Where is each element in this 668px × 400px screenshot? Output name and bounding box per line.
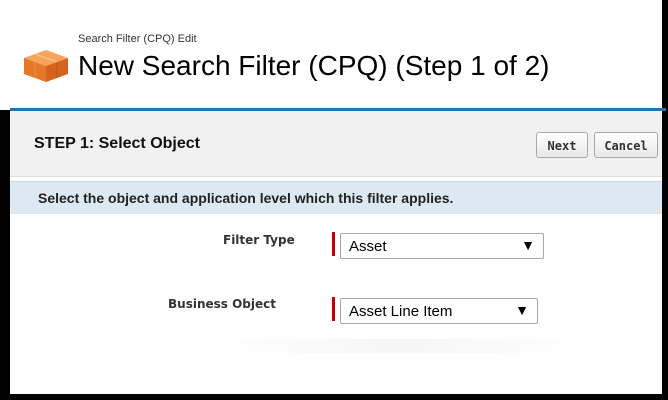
window-frame-left — [0, 110, 10, 400]
next-button[interactable]: Next — [536, 132, 588, 158]
page-header: Search Filter (CPQ) Edit New Search Filt… — [0, 0, 666, 111]
filter-type-required-marker — [332, 232, 335, 256]
business-object-value: Asset Line Item — [349, 303, 453, 320]
window-frame-right — [662, 0, 668, 400]
filter-type-value: Asset — [349, 238, 387, 255]
info-text: Select the object and application level … — [38, 190, 454, 206]
page-subtitle: Search Filter (CPQ) Edit — [78, 33, 197, 45]
dropdown-arrow-icon: ▼ — [521, 237, 535, 253]
info-bar: Select the object and application level … — [10, 181, 662, 214]
step-header-bar: STEP 1: Select Object Next Cancel — [10, 111, 662, 177]
dropdown-arrow-icon: ▼ — [515, 302, 529, 318]
step-panel: STEP 1: Select Object Next Cancel Select… — [10, 111, 662, 394]
business-object-required-marker — [332, 297, 335, 321]
business-object-label: Business Object — [168, 297, 276, 311]
filter-type-select[interactable]: Asset ▼ — [340, 233, 544, 259]
filter-type-label: Filter Type — [223, 233, 295, 247]
crate-icon — [24, 50, 68, 82]
window-frame-bottom — [0, 394, 668, 400]
faded-row — [210, 339, 590, 353]
step-title: STEP 1: Select Object — [34, 135, 200, 152]
page-title: New Search Filter (CPQ) (Step 1 of 2) — [78, 50, 550, 81]
cancel-button[interactable]: Cancel — [594, 132, 658, 158]
business-object-select[interactable]: Asset Line Item ▼ — [340, 298, 538, 324]
